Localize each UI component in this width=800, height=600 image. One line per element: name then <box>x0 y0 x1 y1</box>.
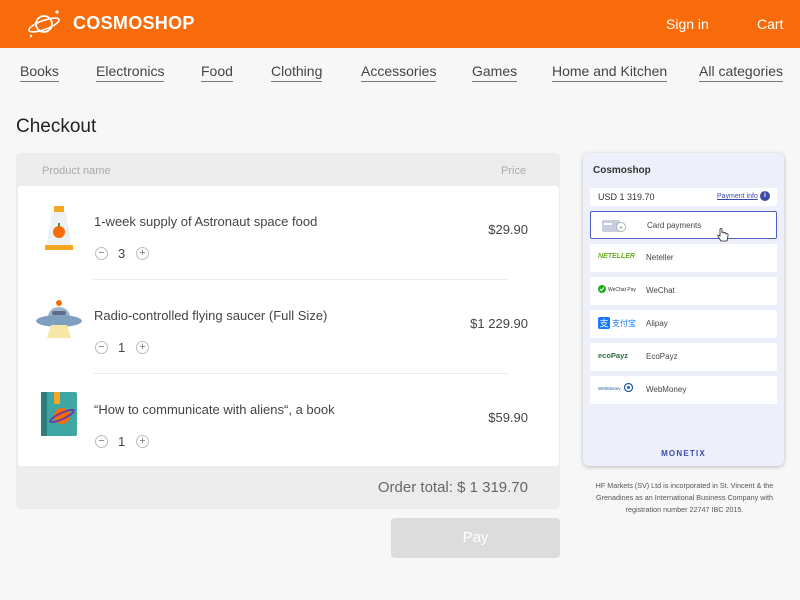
item-name: “How to communicate with aliens“, a book <box>94 402 335 417</box>
decrease-qty-button[interactable]: − <box>95 341 108 354</box>
order-total: Order total: $ 1 319.70 <box>377 479 528 496</box>
increase-qty-button[interactable]: + <box>136 435 149 448</box>
payment-method-neteller[interactable]: NETELLER Neteller <box>590 244 777 272</box>
payment-method-label: Card payments <box>647 221 702 230</box>
item-name: 1-week supply of Astronaut space food <box>94 214 318 229</box>
webmoney-logo-text: WebMoney <box>598 386 621 391</box>
item-qty: 1 <box>118 434 126 449</box>
item-name: Radio-controlled flying saucer (Full Siz… <box>94 308 328 323</box>
column-header-price: Price <box>501 165 527 177</box>
payment-method-label: Alipay <box>646 319 668 328</box>
payment-method-webmoney[interactable]: WebMoney WebMoney <box>590 376 777 404</box>
payment-method-wechat[interactable]: WeChat Pay WeChat <box>590 277 777 305</box>
svg-text:+: + <box>619 226 623 232</box>
increase-qty-button[interactable]: + <box>136 247 149 260</box>
increase-qty-button[interactable]: + <box>136 341 149 354</box>
wechat-icon <box>598 285 606 293</box>
widget-merchant-title: Cosmoshop <box>593 165 651 176</box>
category-food[interactable]: Food <box>201 63 233 82</box>
item-price: $1 229.90 <box>470 316 528 331</box>
planet-logo-icon[interactable] <box>26 8 62 40</box>
category-games[interactable]: Games <box>472 63 518 82</box>
monetix-logo: MONETIX <box>661 449 706 458</box>
payment-method-ecopayz[interactable]: ecoPayz EcoPayz <box>590 343 777 371</box>
alipay-logo: 支 支付宝 <box>598 317 642 332</box>
page-title: Checkout <box>16 116 97 137</box>
top-header: COSMOSHOP Sign in Cart <box>0 0 800 48</box>
payment-amount: USD 1 319.70 <box>598 192 655 202</box>
item-qty: 1 <box>118 340 126 355</box>
payment-method-label: EcoPayz <box>646 352 678 361</box>
legal-disclaimer: HF Markets (SV) Ltd is incorporated in S… <box>595 481 774 514</box>
decrease-qty-button[interactable]: − <box>95 435 108 448</box>
pay-button[interactable]: Pay <box>391 518 560 558</box>
pointer-hand-cursor-icon <box>717 228 729 242</box>
ecopayz-logo: ecoPayz <box>598 351 629 360</box>
sign-in-link[interactable]: Sign in <box>666 16 709 32</box>
column-header-product: Product name <box>42 165 111 177</box>
wechat-pay-logo-text: WeChat Pay <box>608 287 636 293</box>
payment-method-label: WeChat <box>646 286 675 295</box>
cart-item: 1-week supply of Astronaut space food − … <box>18 186 559 280</box>
payment-method-label: WebMoney <box>646 385 687 394</box>
cart-items-list: 1-week supply of Astronaut space food − … <box>18 186 559 466</box>
book-icon <box>41 392 77 436</box>
item-qty: 3 <box>118 246 126 261</box>
alipay-logo-text: 支付宝 <box>612 319 636 328</box>
credit-card-icon: + <box>602 220 626 232</box>
info-icon[interactable]: i <box>760 191 770 201</box>
wechat-pay-logo: WeChat Pay <box>598 285 642 301</box>
space-food-tube-icon <box>45 206 73 250</box>
webmoney-logo: WebMoney <box>598 383 642 400</box>
payment-method-card[interactable]: + Card payments <box>590 211 777 239</box>
neteller-logo: NETELLER <box>598 253 635 260</box>
cart-item: “How to communicate with aliens“, a book… <box>18 374 559 468</box>
svg-text:支: 支 <box>599 318 608 330</box>
payment-widget: Cosmoshop USD 1 319.70 Payment info i + … <box>583 153 784 466</box>
payment-method-alipay[interactable]: 支 支付宝 Alipay <box>590 310 777 338</box>
ufo-icon <box>36 300 82 338</box>
category-all[interactable]: All categories <box>699 63 784 82</box>
amount-bar: USD 1 319.70 Payment info i <box>590 188 777 206</box>
cart-item: Radio-controlled flying saucer (Full Siz… <box>18 280 559 374</box>
category-books[interactable]: Books <box>20 63 59 82</box>
cart-link[interactable]: Cart <box>757 16 783 32</box>
item-price: $59.90 <box>488 410 528 425</box>
item-price: $29.90 <box>488 222 528 237</box>
payment-info-link[interactable]: Payment info <box>717 193 758 200</box>
brand-name[interactable]: COSMOSHOP <box>73 13 195 34</box>
alipay-icon: 支 <box>598 317 610 329</box>
webmoney-globe-icon <box>624 383 633 392</box>
decrease-qty-button[interactable]: − <box>95 247 108 260</box>
category-accessories[interactable]: Accessories <box>361 63 437 82</box>
category-home-and-kitchen[interactable]: Home and Kitchen <box>552 63 668 82</box>
category-clothing[interactable]: Clothing <box>271 63 323 82</box>
category-electronics[interactable]: Electronics <box>96 63 165 82</box>
payment-method-label: Neteller <box>646 253 674 262</box>
